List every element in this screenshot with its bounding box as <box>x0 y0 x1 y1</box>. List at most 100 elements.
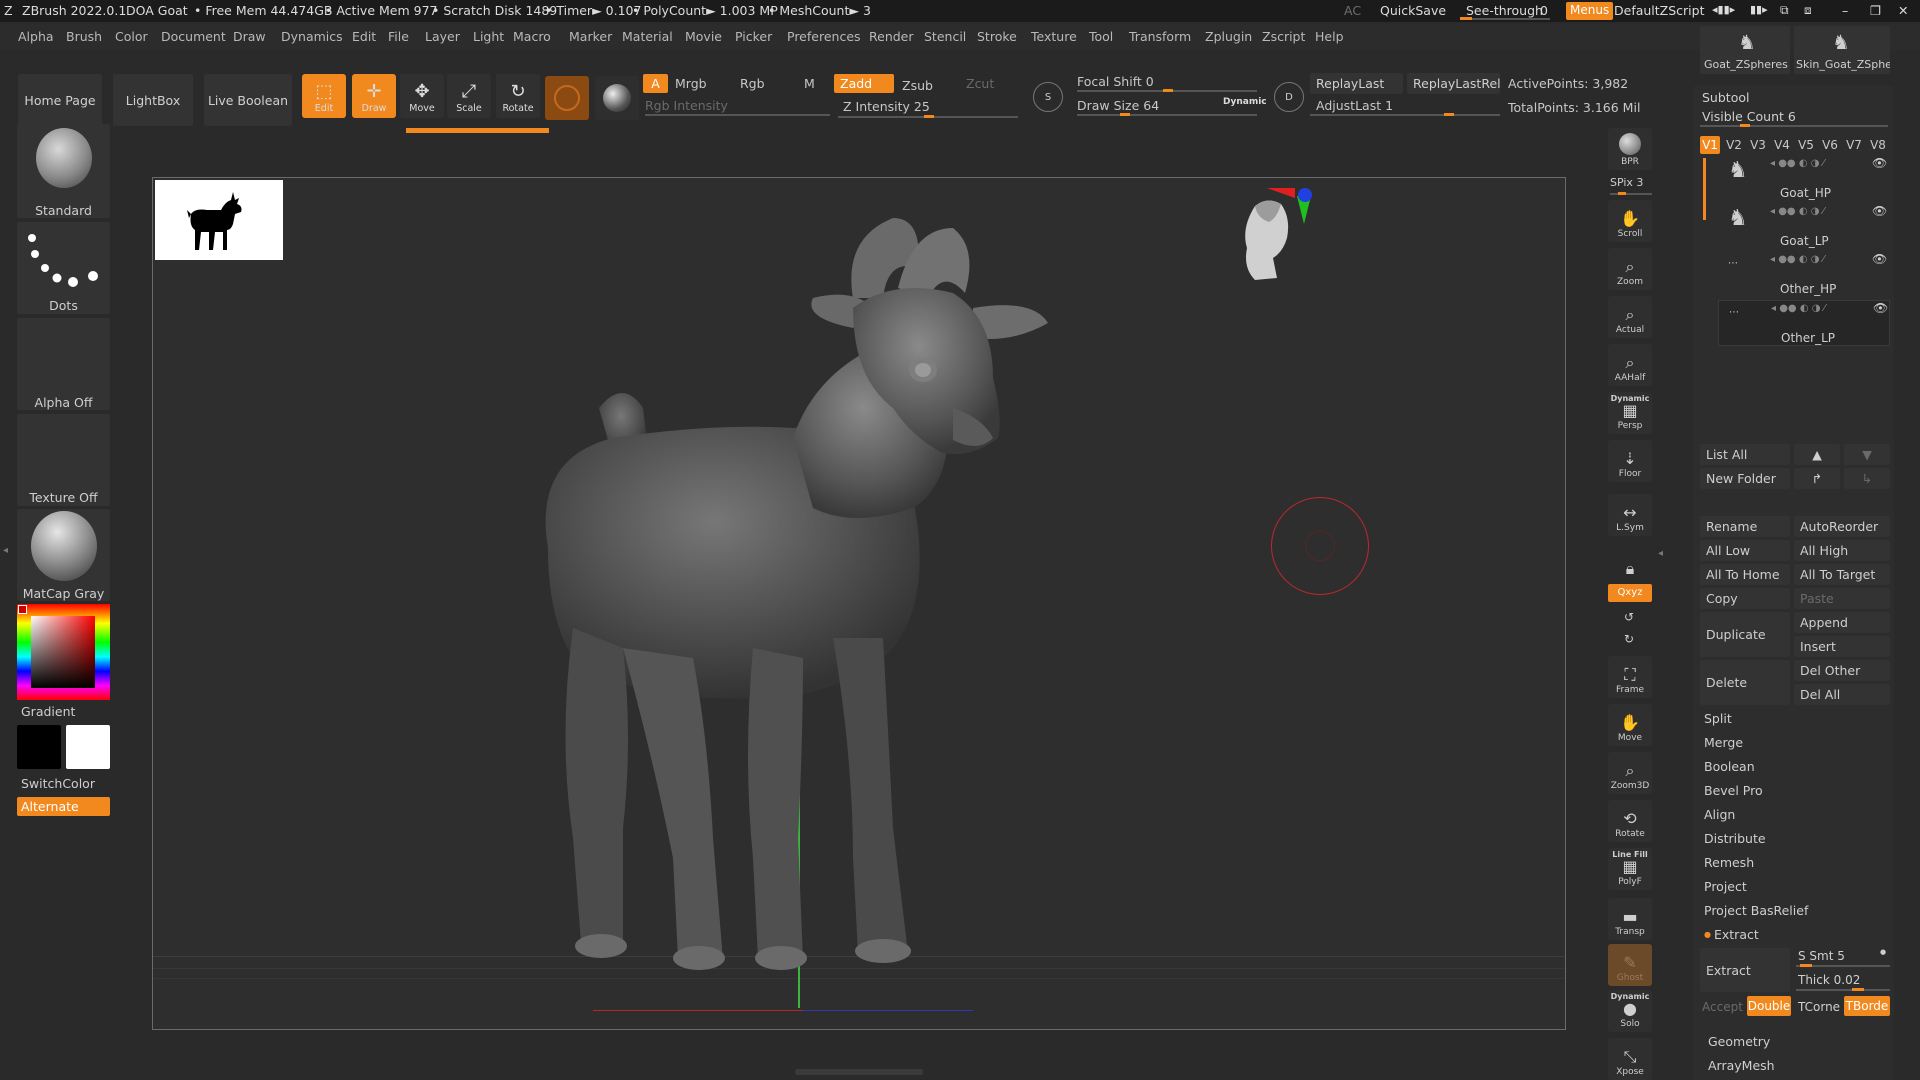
navigation-gizmo[interactable] <box>1233 188 1312 288</box>
saturation-square[interactable] <box>31 616 95 688</box>
section-bevel-pro[interactable]: Bevel Pro <box>1700 780 1890 801</box>
menu-zscript[interactable]: Zscript <box>1262 29 1305 44</box>
ghost-button[interactable]: ✎ Ghost <box>1608 944 1652 986</box>
restore-icon[interactable]: ❐ <box>1870 3 1881 18</box>
menu-file[interactable]: File <box>388 29 409 44</box>
menu-stroke[interactable]: Stroke <box>977 29 1017 44</box>
replay-last-rel-button[interactable]: ReplayLastRel <box>1407 73 1500 94</box>
subtool-controls-icon[interactable]: ◂ ●● ◐ ◑ ⁄ <box>1770 158 1824 169</box>
draw-size-slider[interactable]: Draw Size 64 <box>1077 98 1159 113</box>
edit-mode-button[interactable]: ⬚ Edit <box>302 74 346 118</box>
auto-reorder-button[interactable]: AutoReorder <box>1794 516 1890 537</box>
section-remesh[interactable]: Remesh <box>1700 852 1890 873</box>
subtool-item[interactable]: ♞ ◂ ●● ◐ ◑ ⁄ 👁︎ Goat_LP <box>1718 204 1890 250</box>
replay-last-button[interactable]: ReplayLast <box>1310 73 1403 94</box>
menu-marker[interactable]: Marker <box>569 29 612 44</box>
menu-dynamics[interactable]: Dynamics <box>281 29 343 44</box>
color-picker[interactable] <box>17 604 110 700</box>
scroll-button[interactable]: ✋ Scroll <box>1608 200 1652 242</box>
rotate-z-icon[interactable]: ↻ <box>1624 632 1634 646</box>
zoom-button[interactable]: ⌕ Zoom <box>1608 248 1652 290</box>
eye-icon[interactable]: 👁︎ <box>1872 204 1887 218</box>
menu-alpha[interactable]: Alpha <box>18 29 54 44</box>
left-tray-collapse-icon[interactable]: ◂ <box>3 545 8 556</box>
section-distribute[interactable]: Distribute <box>1700 828 1890 849</box>
lock-button[interactable]: 🔒︎ <box>1608 540 1652 582</box>
bpr-button[interactable]: BPR <box>1608 128 1652 170</box>
store-icon[interactable]: ⧈ <box>1804 3 1812 18</box>
subtool-title[interactable]: Subtool <box>1702 90 1749 105</box>
persp-button[interactable]: Dynamic ▦ Persp <box>1608 392 1652 434</box>
zadd-button[interactable]: Zadd <box>834 74 894 93</box>
color-swatch-small[interactable] <box>18 605 27 614</box>
all-to-home-button[interactable]: All To Home <box>1700 564 1790 585</box>
move-mode-button[interactable]: ✥ Move <box>400 74 444 118</box>
live-boolean-button[interactable]: Live Boolean <box>204 74 292 126</box>
extract-button[interactable]: Extract <box>1700 948 1790 992</box>
visibility-tab-v6[interactable]: V6 <box>1820 136 1840 154</box>
accept-button[interactable]: Accept <box>1702 1000 1743 1014</box>
delete-button[interactable]: Delete <box>1700 660 1790 705</box>
rotate-view-button[interactable]: ⟲ Rotate <box>1608 800 1652 842</box>
visibility-tab-v1[interactable]: V1 <box>1700 136 1720 154</box>
secondary-color-swatch[interactable] <box>66 725 110 769</box>
dynamic-size-toggle[interactable]: Dynamic <box>1223 97 1267 107</box>
switch-color-button[interactable]: SwitchColor <box>21 776 95 791</box>
focal-shift-slider[interactable]: Focal Shift 0 <box>1077 74 1154 89</box>
insert-button[interactable]: Insert <box>1794 636 1890 657</box>
window-layout-icon[interactable]: ⧉ <box>1780 3 1789 18</box>
menu-edit[interactable]: Edit <box>352 29 376 44</box>
subtool-item[interactable]: ⋯ ◂ ●● ◐ ◑ ⁄ 👁︎ Other_LP <box>1718 300 1890 346</box>
folder-action-2-button[interactable]: ↳ <box>1844 468 1890 489</box>
solo-button[interactable]: Dynamic ● Solo <box>1608 990 1652 1032</box>
rgb-intensity-slider[interactable]: Rgb Intensity <box>645 98 728 113</box>
rotate-y-icon[interactable]: ↺ <box>1624 610 1634 624</box>
menus-button[interactable]: Menus <box>1566 2 1614 20</box>
draw-mode-button[interactable]: ✛ Draw <box>352 74 396 118</box>
quicksave-button[interactable]: QuickSave <box>1380 3 1446 18</box>
floor-button[interactable]: ⇣ Floor <box>1608 440 1652 482</box>
visibility-tab-v5[interactable]: V5 <box>1796 136 1816 154</box>
alternate-button[interactable]: Alternate <box>17 797 110 816</box>
menu-macro[interactable]: Macro <box>513 29 551 44</box>
scale-mode-button[interactable]: ⤢ Scale <box>447 74 491 118</box>
menu-texture[interactable]: Texture <box>1031 29 1077 44</box>
canvas-bottom-scrollbar[interactable] <box>795 1069 923 1075</box>
menu-draw[interactable]: Draw <box>233 29 266 44</box>
paste-button[interactable]: Paste <box>1794 588 1890 609</box>
z-intensity-slider[interactable]: Z Intensity 25 <box>843 99 930 114</box>
section-split[interactable]: Split <box>1700 708 1890 729</box>
menu-color[interactable]: Color <box>115 29 148 44</box>
move-view-button[interactable]: ✋ Move <box>1608 704 1652 746</box>
mrgb-button[interactable]: Mrgb <box>675 76 707 91</box>
primary-color-swatch[interactable] <box>17 725 61 769</box>
tool-thumb-skin-goat[interactable]: ♞ Skin_Goat_ZSphe <box>1794 26 1890 74</box>
subtool-controls-icon[interactable]: ◂ ●● ◐ ◑ ⁄ <box>1771 303 1825 314</box>
visible-count-slider[interactable]: Visible Count 6 <box>1702 109 1796 124</box>
default-zscript-button[interactable]: DefaultZScript <box>1614 3 1705 18</box>
subtool-controls-icon[interactable]: ◂ ●● ◐ ◑ ⁄ <box>1770 254 1824 265</box>
all-high-button[interactable]: All High <box>1794 540 1890 561</box>
copy-button[interactable]: Copy <box>1700 588 1790 609</box>
visibility-tab-v7[interactable]: V7 <box>1844 136 1864 154</box>
eye-icon[interactable]: 👁︎ <box>1872 252 1887 266</box>
section-project-basrelief[interactable]: Project BasRelief <box>1700 900 1890 921</box>
append-button[interactable]: Append <box>1794 612 1890 633</box>
frame-button[interactable]: ⛶ Frame <box>1608 656 1652 698</box>
del-all-button[interactable]: Del All <box>1794 684 1890 705</box>
lazy-mouse-d-icon[interactable]: D <box>1274 82 1304 112</box>
section-merge[interactable]: Merge <box>1700 732 1890 753</box>
tool-thumb-goat-zspheres[interactable]: ♞ Goat_ZSpheres <box>1700 26 1790 74</box>
section-align[interactable]: Align <box>1700 804 1890 825</box>
transp-button[interactable]: ▬ Transp <box>1608 898 1652 940</box>
section-project[interactable]: Project <box>1700 876 1890 897</box>
brush-circle-button[interactable] <box>545 76 589 120</box>
lsym-button[interactable]: ↔ L.Sym <box>1608 494 1652 536</box>
rgb-button[interactable]: Rgb <box>740 76 765 91</box>
adjust-last-slider[interactable]: AdjustLast 1 <box>1316 98 1393 113</box>
list-all-button[interactable]: List All <box>1700 444 1790 465</box>
geometry-section[interactable]: Geometry <box>1708 1034 1770 1049</box>
spix-slider[interactable]: SPix 3 <box>1610 176 1643 189</box>
extract-section-header[interactable]: ● Extract <box>1700 924 1890 945</box>
eye-icon[interactable]: 👁︎ <box>1872 156 1887 170</box>
